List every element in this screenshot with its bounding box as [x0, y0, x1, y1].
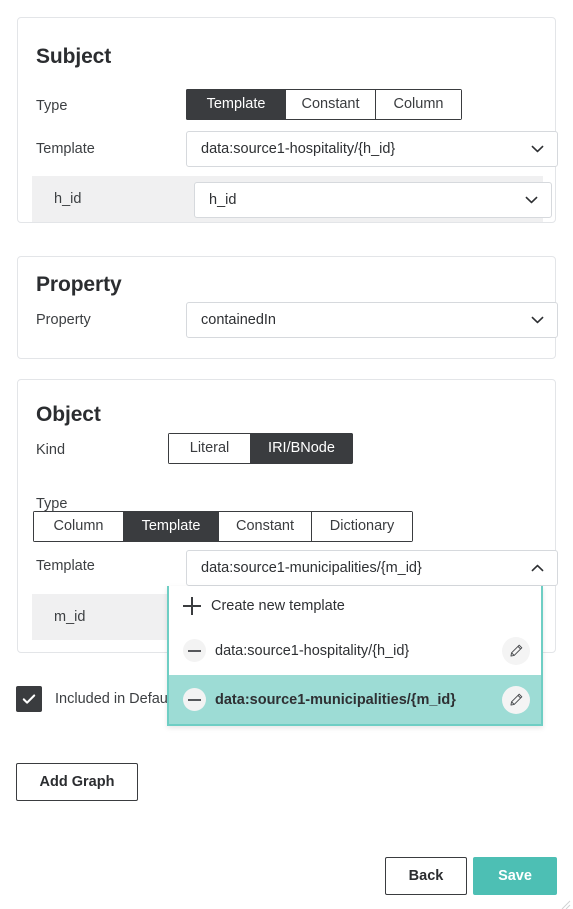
object-type-option-dictionary[interactable]: Dictionary — [311, 511, 413, 542]
property-field-label: Property — [36, 312, 91, 328]
minus-circle-icon[interactable] — [183, 639, 206, 662]
property-card: Property Property containedIn — [17, 256, 558, 359]
mapping-editor-page: Subject Type Template Constant Column Te… — [0, 0, 573, 909]
property-value: containedIn — [201, 312, 276, 328]
minus-circle-icon[interactable] — [183, 688, 206, 711]
object-type-option-column[interactable]: Column — [33, 511, 123, 542]
included-in-default-graph-row[interactable]: Included in Defau — [16, 686, 168, 712]
included-in-default-graph-checkbox[interactable] — [16, 686, 42, 712]
add-graph-button[interactable]: Add Graph — [16, 763, 138, 801]
template-dropdown-menu[interactable]: Create new template data:source1-hospita… — [167, 586, 543, 726]
subject-type-option-constant[interactable]: Constant — [285, 89, 375, 120]
dropdown-create-new-template-label: Create new template — [211, 598, 345, 614]
chevron-down-icon — [530, 142, 545, 157]
resize-grip-icon[interactable] — [561, 897, 571, 909]
property-title: Property — [36, 273, 122, 296]
chevron-down-icon — [524, 193, 539, 208]
object-title: Object — [36, 403, 101, 426]
subject-type-label: Type — [36, 98, 68, 114]
subject-title: Subject — [36, 45, 112, 68]
save-button[interactable]: Save — [473, 857, 557, 895]
chevron-down-icon — [530, 313, 545, 328]
object-variable-name: m_id — [54, 609, 86, 625]
object-type-option-template[interactable]: Template — [123, 511, 218, 542]
property-select[interactable]: containedIn — [186, 302, 558, 338]
edit-pencil-icon[interactable] — [502, 685, 530, 714]
object-kind-option-literal[interactable]: Literal — [168, 433, 250, 464]
dropdown-option-label: data:source1-hospitality/{h_id} — [215, 642, 410, 659]
subject-card: Subject Type Template Constant Column Te… — [17, 17, 558, 223]
chevron-up-icon — [530, 561, 545, 576]
edit-pencil-icon[interactable] — [502, 636, 530, 665]
object-kind-segmented-control[interactable]: Literal IRI/BNode — [168, 433, 353, 464]
plus-icon — [183, 597, 201, 615]
object-template-select[interactable]: data:source1-municipalities/{m_id} — [186, 550, 558, 586]
included-in-default-graph-label: Included in Defau — [55, 691, 168, 707]
subject-template-value: data:source1-hospitality/{h_id} — [201, 141, 396, 157]
back-button[interactable]: Back — [385, 857, 467, 895]
object-type-label: Type — [36, 496, 68, 512]
dropdown-option-municipalities[interactable]: data:source1-municipalities/{m_id} — [169, 675, 541, 724]
object-type-option-constant[interactable]: Constant — [218, 511, 311, 542]
subject-variable-select[interactable]: h_id — [194, 182, 552, 218]
object-type-segmented-control[interactable]: Column Template Constant Dictionary — [33, 511, 413, 542]
subject-template-select[interactable]: data:source1-hospitality/{h_id} — [186, 131, 558, 167]
subject-type-option-column[interactable]: Column — [375, 89, 462, 120]
dropdown-option-hospitality[interactable]: data:source1-hospitality/{h_id} — [169, 626, 541, 675]
object-template-value: data:source1-municipalities/{m_id} — [201, 560, 422, 576]
subject-variable-value: h_id — [209, 192, 237, 208]
subject-variable-name: h_id — [54, 191, 82, 207]
object-kind-option-iri-bnode[interactable]: IRI/BNode — [250, 433, 353, 464]
object-template-label: Template — [36, 558, 95, 574]
dropdown-option-label: data:source1-municipalities/{m_id} — [215, 691, 456, 708]
subject-type-segmented-control[interactable]: Template Constant Column — [186, 89, 462, 120]
object-kind-label: Kind — [36, 442, 66, 458]
subject-template-label: Template — [36, 141, 95, 157]
subject-type-option-template[interactable]: Template — [186, 89, 285, 120]
dropdown-create-new-template[interactable]: Create new template — [169, 586, 541, 626]
